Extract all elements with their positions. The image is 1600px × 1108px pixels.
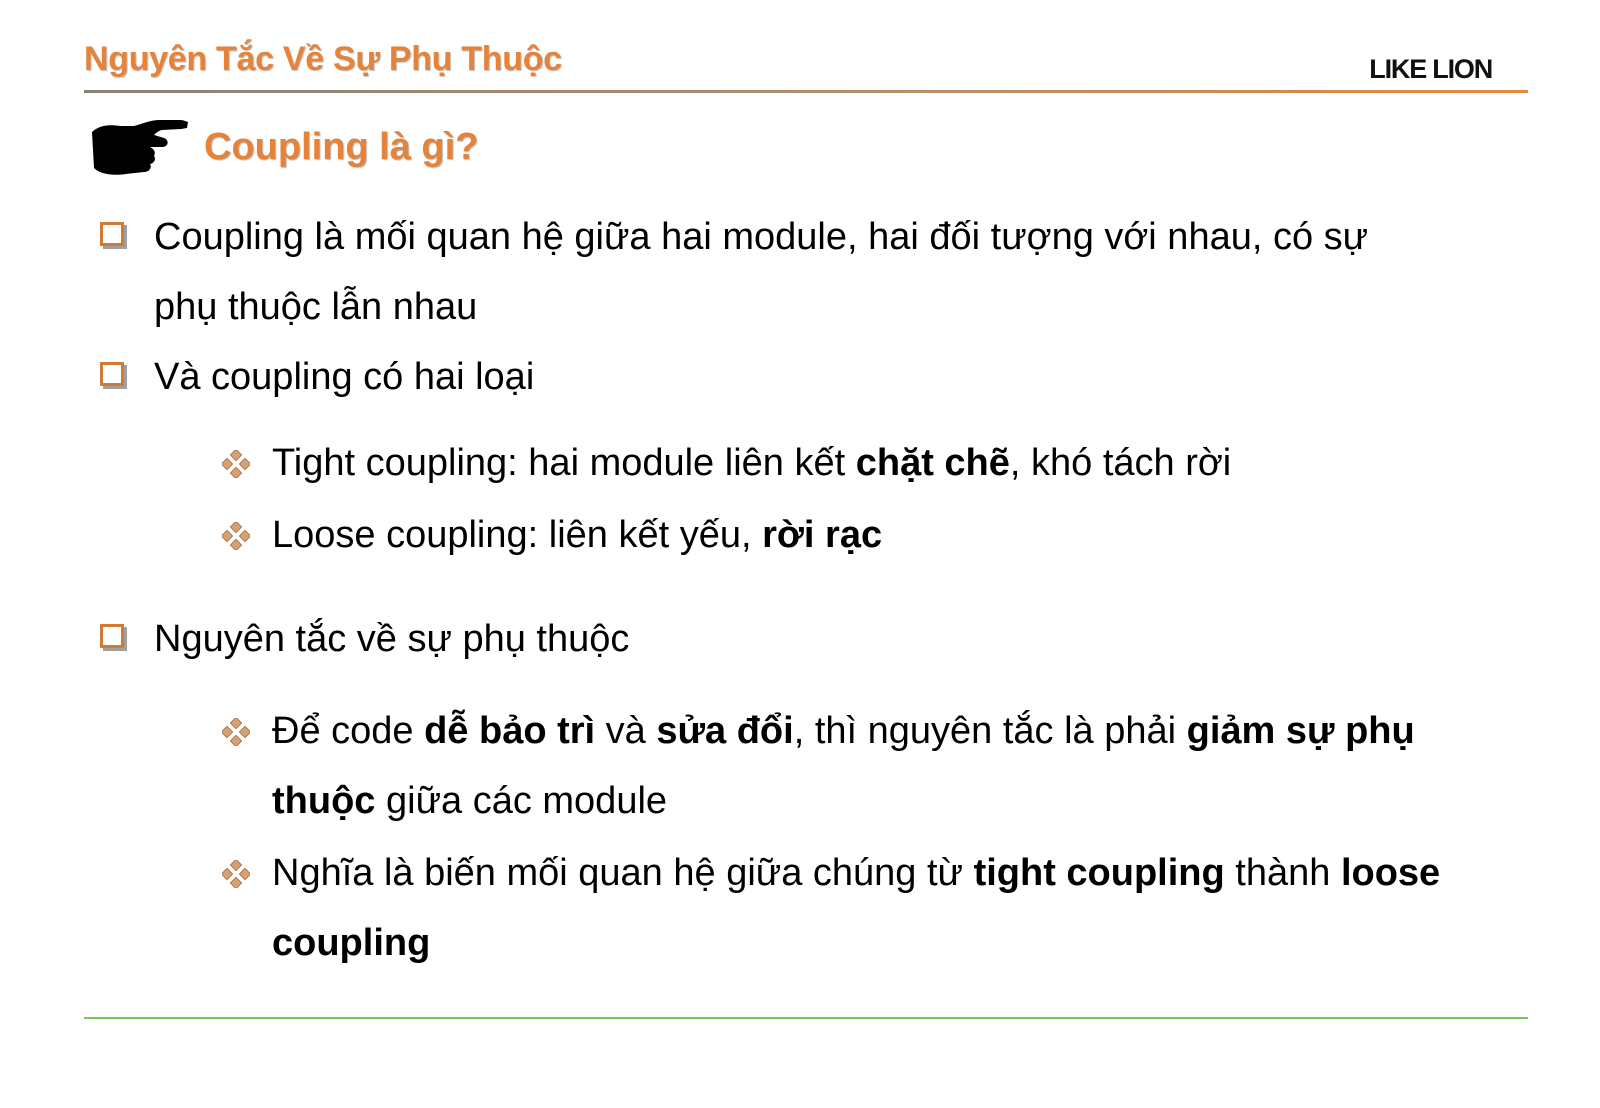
checkbox-bullet-icon [100,624,124,648]
header-divider [84,90,1528,93]
brand-logo: LIKE LION [1369,54,1493,84]
bullet-text: Coupling là mối quan hệ giữa hai module,… [154,216,1369,328]
sub-bullet-text: Tight coupling: hai module liên kết chặt… [272,442,1232,484]
bullet-coupling-definition: Coupling là mối quan hệ giữa hai module,… [100,202,1440,342]
page-title: Nguyên Tắc Về Sự Phụ Thuộc [84,40,562,78]
sub-bullet-text: Loose coupling: liên kết yếu, rời rạc [272,514,883,556]
sub-bullet-tight-coupling: Tight coupling: hai module liên kết chặt… [222,428,1502,498]
pointing-hand-icon [92,120,188,175]
sub-bullet-loose-coupling: Loose coupling: liên kết yếu, rời rạc [222,500,1502,570]
sub-bullet-text: Để code dễ bảo trì và sửa đổi, thì nguyê… [272,710,1415,822]
bullet-dependency-principle: Nguyên tắc về sự phụ thuộc [100,604,1440,674]
diamond-bullet-icon [222,718,250,746]
sub-bullet-maintainability: Để code dễ bảo trì và sửa đổi, thì nguyê… [222,696,1502,836]
sub-bullet-meaning: Nghĩa là biến mối quan hệ giữa chúng từ … [222,838,1502,978]
sub-bullet-text: Nghĩa là biến mối quan hệ giữa chúng từ … [272,852,1441,964]
diamond-bullet-icon [222,522,250,550]
diamond-bullet-icon [222,860,250,888]
checkbox-bullet-icon [100,362,124,386]
section-title: Coupling là gì? [204,125,479,168]
bullet-coupling-types: Và coupling có hai loại [100,342,1440,412]
checkbox-bullet-icon [100,222,124,246]
footer-divider [84,1017,1528,1019]
bullet-text: Nguyên tắc về sự phụ thuộc [154,618,630,660]
bullet-text: Và coupling có hai loại [154,356,535,398]
section-heading: Coupling là gì? [90,108,478,186]
diamond-bullet-icon [222,450,250,478]
